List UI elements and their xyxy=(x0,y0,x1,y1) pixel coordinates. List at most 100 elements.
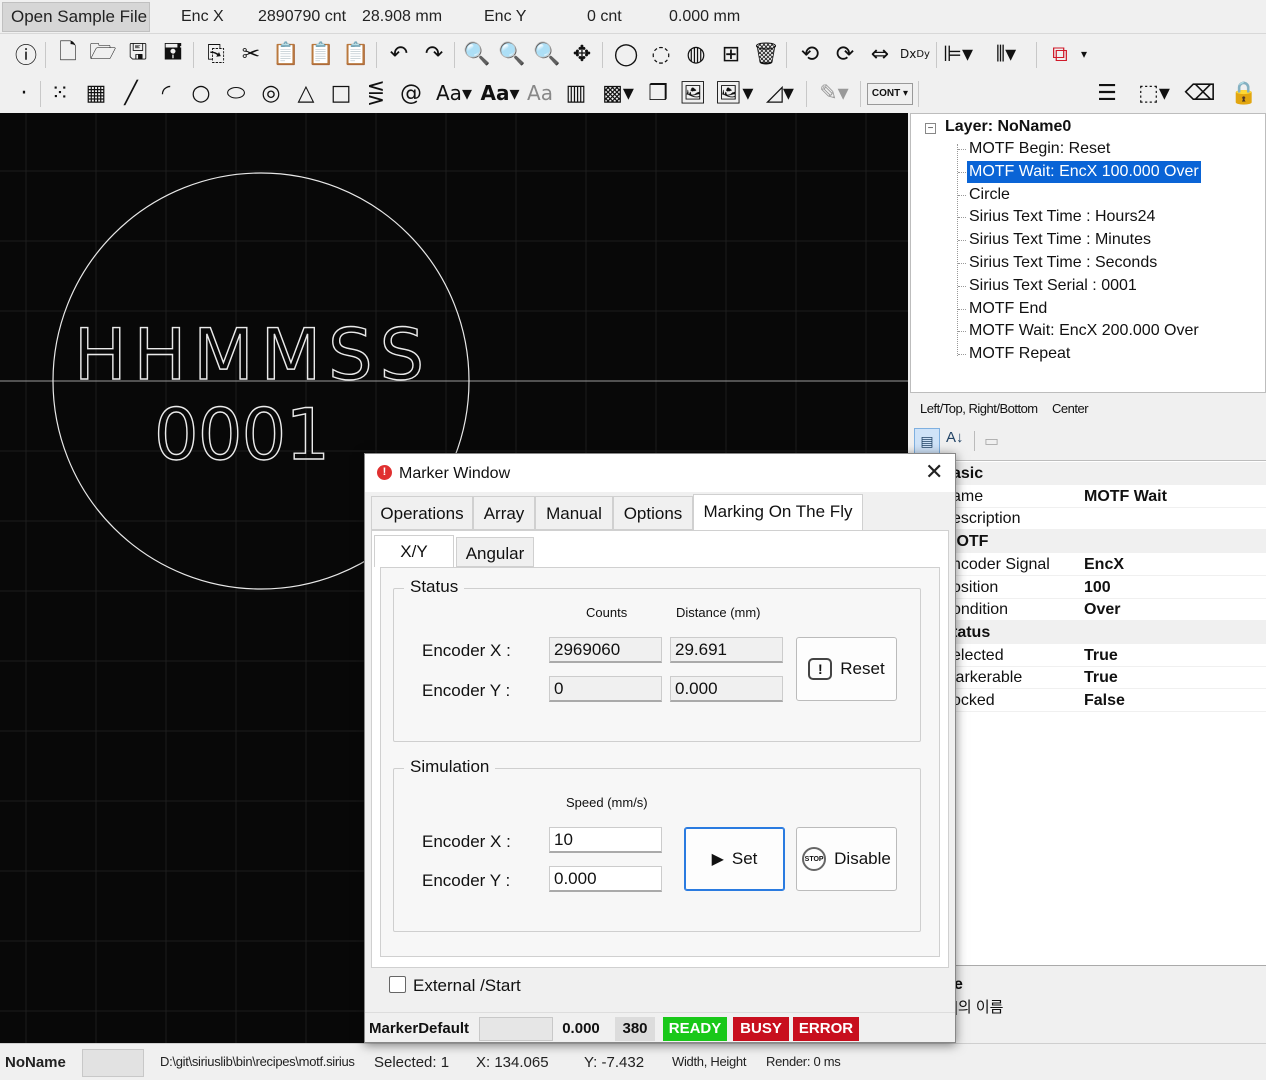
property-value[interactable]: Over xyxy=(1084,598,1120,621)
delete-icon[interactable]: 🗑 xyxy=(752,40,780,68)
lock-icon[interactable]: 🔒 xyxy=(1230,79,1258,107)
select-circle-icon[interactable]: ◯ xyxy=(612,40,640,68)
copy-icon[interactable]: ⎘ xyxy=(202,40,230,68)
property-category[interactable]: IOTF xyxy=(910,530,1266,554)
external-start-label[interactable]: External /Start xyxy=(413,976,521,996)
tab-options[interactable]: Options xyxy=(613,496,693,530)
raster-icon[interactable]: ▦ xyxy=(82,79,110,107)
tree-item[interactable]: MOTF Repeat xyxy=(967,343,1072,365)
zoom-in-icon[interactable]: 🔍 xyxy=(498,40,526,68)
property-row[interactable]: osition 100 xyxy=(910,576,1266,599)
points-icon[interactable]: ⁙ xyxy=(46,79,74,107)
tree-root-layer[interactable]: Layer: NoName0 xyxy=(945,118,1071,136)
paste-array-icon[interactable]: 📋 xyxy=(342,40,370,68)
save-as-icon[interactable]: 🖬 xyxy=(159,40,187,68)
tree-item[interactable]: MOTF Begin: Reset xyxy=(967,138,1112,160)
property-row[interactable]: ncoder Signal EncX xyxy=(910,553,1266,576)
property-value[interactable]: True xyxy=(1084,666,1118,689)
property-row[interactable]: escription xyxy=(910,507,1266,531)
image-dropdown-icon[interactable]: 🖼▾ xyxy=(714,79,754,107)
zoom-fit-icon[interactable]: 🔍 xyxy=(533,40,561,68)
group-icon[interactable]: ⊞ xyxy=(717,40,745,68)
sirius-text-icon[interactable]: Aa ▾ xyxy=(480,79,520,107)
subtab-xy[interactable]: X/Y xyxy=(374,535,454,567)
eraser-icon[interactable]: ⌫ xyxy=(1184,79,1215,107)
external-start-checkbox[interactable] xyxy=(389,976,406,993)
pan-icon[interactable]: ✥ xyxy=(568,40,596,68)
tree-item[interactable]: MOTF Wait: EncX 100.000 Over xyxy=(967,160,1201,183)
subtab-angular[interactable]: Angular xyxy=(456,537,534,567)
property-row[interactable]: ondition Over xyxy=(910,598,1266,622)
image-icon[interactable]: 🖼 xyxy=(679,79,707,107)
trepan-icon[interactable]: @ xyxy=(397,79,425,107)
paste-special-icon[interactable]: 📋 xyxy=(307,40,335,68)
bounds-icon[interactable]: ⬚▾ xyxy=(1134,79,1174,107)
list-icon[interactable]: ☰ xyxy=(1093,79,1121,107)
sim-encoder-y-speed[interactable]: 0.000 xyxy=(549,866,662,892)
layer-icon[interactable]: ❒ xyxy=(644,79,672,107)
property-category[interactable]: tatus xyxy=(910,620,1266,644)
pen-icon[interactable]: ✎▾ xyxy=(814,79,854,107)
sort-alpha-icon[interactable]: A↓ xyxy=(946,429,964,446)
marker-window-titlebar[interactable]: ! Marker Window ✕ xyxy=(365,454,955,492)
tree-item[interactable]: Sirius Text Serial : 0001 xyxy=(967,275,1139,297)
select-dashed-icon[interactable]: ◌ xyxy=(647,40,675,68)
tree-item[interactable]: MOTF Wait: EncX 200.000 Over xyxy=(967,320,1201,342)
property-value[interactable]: EncX xyxy=(1084,553,1124,576)
mirror-icon[interactable]: ⇔ xyxy=(866,40,894,68)
tab-marking-on-the-fly[interactable]: Marking On The Fly xyxy=(693,494,863,531)
new-file-icon[interactable]: 🗋 xyxy=(54,40,82,68)
tab-operations[interactable]: Operations xyxy=(371,496,473,530)
property-row[interactable]: ame MOTF Wait xyxy=(910,485,1266,508)
open-sample-file-button[interactable]: Open Sample File xyxy=(2,2,150,32)
redo-icon[interactable]: ↷ xyxy=(420,40,448,68)
tab-manual[interactable]: Manual xyxy=(535,496,613,530)
property-value[interactable]: False xyxy=(1084,689,1125,712)
line-icon[interactable]: ╱ xyxy=(117,79,145,107)
tree-item[interactable]: Sirius Text Time : Hours24 xyxy=(967,206,1157,228)
rotate-cw-icon[interactable]: ⟳ xyxy=(831,40,859,68)
tree-item[interactable]: MOTF End xyxy=(967,298,1049,320)
set-button[interactable]: ▶ Set xyxy=(684,827,785,891)
property-row[interactable]: ocked False xyxy=(910,689,1266,712)
categorized-icon[interactable]: ▤ xyxy=(914,428,940,454)
paste-icon[interactable]: 📋 xyxy=(272,40,300,68)
circle-icon[interactable]: ○ xyxy=(187,79,215,107)
entity-tree[interactable]: − Layer: NoName0 MOTF Begin: Reset MOTF W… xyxy=(910,113,1266,393)
spiral-icon[interactable]: ◎ xyxy=(257,79,285,107)
open-folder-icon[interactable]: 🗁 xyxy=(89,40,117,68)
polyline-icon[interactable]: ⋚ xyxy=(362,79,390,107)
reset-button[interactable]: ! Reset xyxy=(796,637,897,701)
tree-item[interactable]: Sirius Text Time : Minutes xyxy=(967,229,1153,251)
hatch-icon[interactable]: ◍ xyxy=(682,40,710,68)
tree-item[interactable]: Sirius Text Time : Seconds xyxy=(967,252,1159,274)
disable-button[interactable]: STOP Disable xyxy=(796,827,897,891)
undo-icon[interactable]: ↶ xyxy=(385,40,413,68)
ellipse-icon[interactable]: ⬭ xyxy=(222,79,250,107)
cut-icon[interactable]: ✂ xyxy=(237,40,265,68)
sim-encoder-x-speed[interactable]: 10 xyxy=(549,827,662,853)
property-category[interactable]: asic xyxy=(910,462,1266,485)
property-pages-icon[interactable]: ▭ xyxy=(984,431,999,451)
property-row[interactable]: larkerable True xyxy=(910,666,1266,690)
exit-dropdown-icon[interactable]: ▾ xyxy=(1070,40,1098,68)
rectangle-icon[interactable]: □ xyxy=(327,79,355,107)
save-icon[interactable]: 🖫 xyxy=(124,40,152,68)
align-left-icon[interactable]: ⊫▾ xyxy=(943,40,973,68)
offset-dxdy-icon[interactable]: Dx Dy xyxy=(900,40,930,68)
align-center-label[interactable]: Center xyxy=(1052,401,1089,416)
info-icon[interactable]: ⓘ xyxy=(12,40,40,69)
text-icon[interactable]: Aa ▾ xyxy=(434,79,474,107)
triangle-icon[interactable]: △ xyxy=(292,79,320,107)
tab-array[interactable]: Array xyxy=(473,496,535,530)
zoom-out-icon[interactable]: 🔍 xyxy=(463,40,491,68)
qrcode-icon[interactable]: ▩▾ xyxy=(598,79,638,107)
property-row[interactable]: elected True xyxy=(910,644,1266,667)
tree-item[interactable]: Circle xyxy=(967,184,1012,206)
measure-icon[interactable]: ◿▾ xyxy=(760,79,800,107)
collapse-icon[interactable]: − xyxy=(925,123,936,134)
point-icon[interactable]: · xyxy=(10,79,38,107)
distribute-icon[interactable]: ⫴▾ xyxy=(992,40,1020,68)
align-lefttop-label[interactable]: Left/Top, Right/Bottom xyxy=(920,401,1038,416)
close-icon[interactable]: ✕ xyxy=(925,460,943,484)
